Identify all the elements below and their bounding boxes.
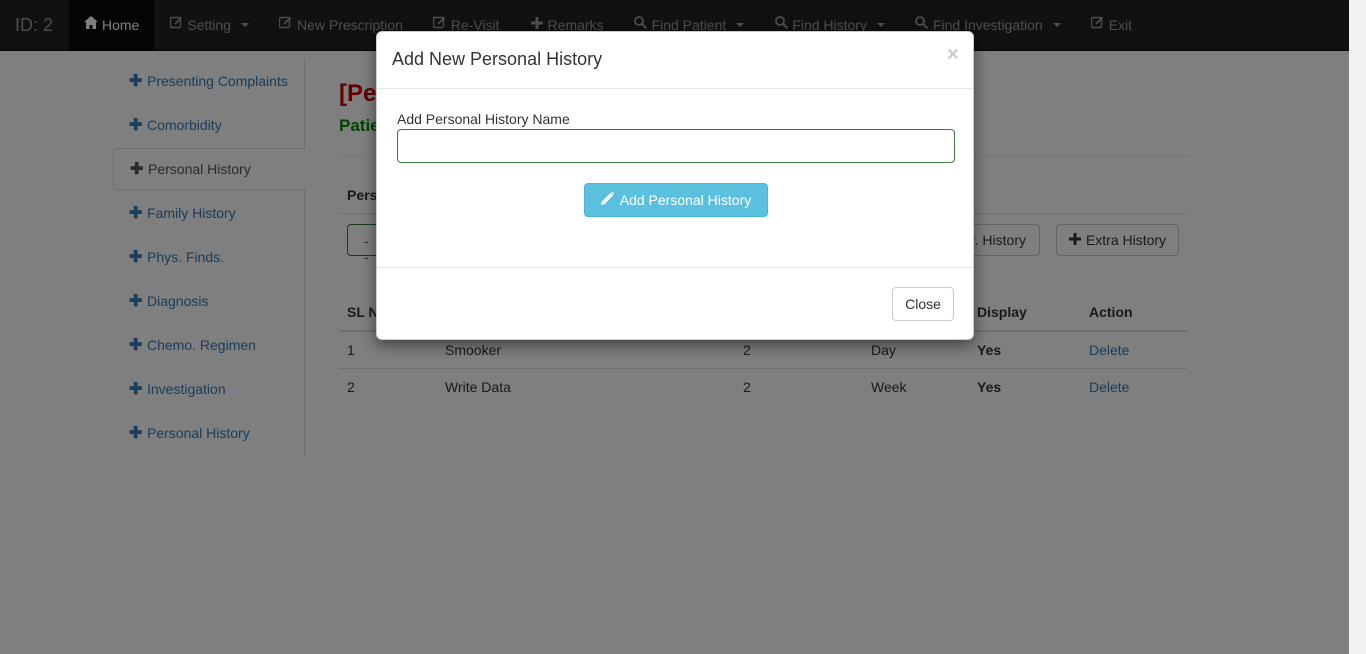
add-personal-history-modal: Add New Personal History × Add Personal … [376, 31, 974, 340]
field-label: Add Personal History Name [397, 111, 570, 127]
add-personal-history-button[interactable]: Add Personal History [584, 183, 768, 217]
pencil-icon [600, 191, 615, 208]
personal-history-name-input[interactable] [397, 129, 955, 163]
modal-header: Add New Personal History × [377, 32, 973, 89]
scrollbar[interactable] [1349, 0, 1366, 654]
close-icon[interactable]: × [947, 44, 959, 65]
modal-footer: Close [377, 267, 973, 340]
close-button[interactable]: Close [892, 287, 954, 321]
add-personal-history-label: Add Personal History [619, 192, 752, 208]
modal-title: Add New Personal History [392, 49, 603, 69]
